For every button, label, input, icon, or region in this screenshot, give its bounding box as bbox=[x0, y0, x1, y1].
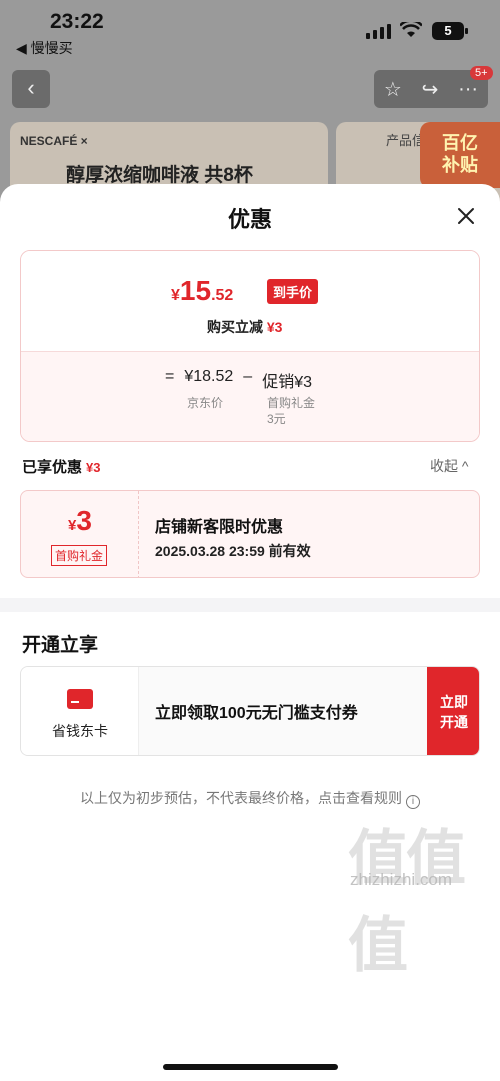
promo-detail-name: 首购礼金 bbox=[267, 396, 316, 410]
price-symbol: ¥ bbox=[171, 287, 180, 304]
instant-discount: 购买立减 ¥3 bbox=[207, 317, 282, 337]
watermark-logo: 值值值 bbox=[348, 825, 466, 979]
battery-icon: 5 bbox=[432, 22, 468, 40]
back-button[interactable]: ‹ bbox=[12, 70, 50, 108]
promo-detail-value: 3元 bbox=[267, 412, 286, 426]
disclaimer[interactable]: 以上仅为初步预估，不代表最终价格，点击查看规则 i bbox=[0, 788, 500, 809]
subsidy-badge: 百亿 补贴 bbox=[420, 122, 500, 188]
final-price-tag: 到手价 bbox=[267, 279, 319, 304]
jd-price-label: 京东价 bbox=[187, 396, 224, 410]
product-title: 醇厚浓缩咖啡液 共8杯 bbox=[66, 165, 253, 186]
instant-label: 购买立减 bbox=[207, 319, 263, 335]
coupon-title: 店铺新客限时优惠 bbox=[155, 519, 284, 536]
status-bar: 23:22 ◀ 慢慢买 5 bbox=[0, 0, 500, 58]
price-card: ¥15.52 到手价 购买立减 ¥3 = ¥18.52 – 促销¥3 京东价 首… bbox=[20, 250, 480, 442]
open-section-title: 开通立享 bbox=[22, 635, 99, 656]
enjoyed-text: 已享优惠 bbox=[22, 459, 83, 476]
close-icon[interactable] bbox=[452, 202, 480, 230]
share-icon[interactable]: ↪ bbox=[422, 77, 439, 102]
enjoyed-amount: ¥3 bbox=[86, 460, 101, 475]
info-icon: i bbox=[406, 795, 420, 809]
savings-card-offer[interactable]: 省钱东卡 立即领取100元无门槛支付券 立即开通 bbox=[20, 666, 480, 756]
savings-card-name: 省钱东卡 bbox=[52, 723, 108, 739]
jd-price: ¥18.52 bbox=[184, 368, 234, 385]
coupon-expiry: 2025.03.28 23:59 前有效 bbox=[155, 543, 311, 559]
signal-icon bbox=[366, 24, 391, 39]
star-icon[interactable]: ☆ bbox=[384, 77, 402, 102]
message-badge: 5+ bbox=[470, 66, 493, 80]
sheet-title: 优惠 bbox=[227, 207, 272, 232]
price-integer: 15 bbox=[179, 275, 212, 306]
collapse-toggle[interactable]: 收起 ^ bbox=[430, 456, 468, 476]
subsidy-line1: 百亿 bbox=[442, 133, 478, 153]
brand-logo: NESCAFÉ × bbox=[20, 134, 88, 148]
home-indicator bbox=[163, 1064, 338, 1070]
equals-sign: = bbox=[165, 368, 175, 385]
minus-sign: – bbox=[243, 368, 253, 385]
open-now-button[interactable]: 立即开通 bbox=[427, 667, 479, 755]
enjoyed-discount-label: 已享优惠 ¥3 bbox=[22, 456, 100, 477]
status-back-app[interactable]: ◀ 慢慢买 bbox=[16, 38, 73, 58]
coupon-type-badge: 首购礼金 bbox=[51, 545, 108, 566]
subsidy-line2: 补贴 bbox=[442, 155, 478, 175]
watermark-url: zhizhizhi.com bbox=[350, 870, 453, 889]
card-icon bbox=[67, 689, 93, 709]
coupon-number: 3 bbox=[76, 505, 92, 536]
coupon-value-area: ¥3 首购礼金 bbox=[21, 491, 139, 577]
calc-row: = ¥18.52 – 促销¥3 bbox=[165, 368, 312, 392]
coupon-card[interactable]: ¥3 首购礼金 店铺新客限时优惠 2025.03.28 23:59 前有效 bbox=[20, 490, 480, 578]
section-divider bbox=[0, 598, 500, 612]
savings-card-badge: 省钱东卡 bbox=[21, 667, 139, 755]
disclaimer-text: 以上仅为初步预估，不代表最终价格，点击查看规则 bbox=[80, 790, 402, 806]
instant-amount: ¥3 bbox=[266, 319, 283, 335]
savings-card-offer-text: 立即领取100元无门槛支付券 bbox=[155, 705, 358, 722]
wifi-icon bbox=[400, 22, 422, 37]
status-time: 23:22 bbox=[50, 10, 104, 33]
price-summary: ¥15.52 到手价 购买立减 ¥3 bbox=[21, 251, 479, 351]
more-icon[interactable]: ··· bbox=[458, 78, 478, 101]
price-decimal: .52 bbox=[211, 287, 234, 304]
price-breakdown: = ¥18.52 – 促销¥3 京东价 首购礼金 3元 bbox=[21, 351, 479, 441]
promo-amount: 促销¥3 bbox=[262, 374, 312, 391]
final-price: ¥15.52 bbox=[171, 275, 233, 307]
coupon-amount: ¥3 bbox=[21, 505, 139, 537]
